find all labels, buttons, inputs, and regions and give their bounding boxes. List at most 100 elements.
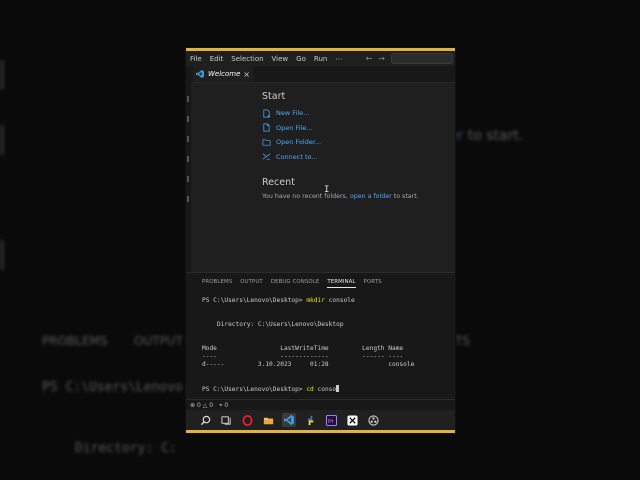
file-explorer-taskbar-button[interactable] <box>261 413 275 427</box>
bottom-panel: PROBLEMS OUTPUT DEBUG CONSOLE TERMINAL P… <box>186 272 455 405</box>
panel-tabs: PROBLEMS OUTPUT DEBUG CONSOLE TERMINAL P… <box>202 279 382 288</box>
ports-count: 0 <box>224 401 229 409</box>
connect-to-label: Connect to... <box>276 152 318 161</box>
tab-close-icon[interactable]: × <box>243 70 250 79</box>
capcut-taskbar-button[interactable] <box>345 413 359 427</box>
command-center-search[interactable] <box>391 53 453 64</box>
menu-bar: File Edit Selection View Go Run ⋯ ← → <box>186 51 455 66</box>
start-heading: Start <box>262 91 286 102</box>
ports-status[interactable]: ⌖ 0 <box>219 402 228 410</box>
search-icon <box>200 415 210 425</box>
terminal-table-row: d----- 3.10.2023 01:28 console <box>202 361 415 368</box>
activity-item[interactable] <box>187 196 189 202</box>
tab-welcome-label: Welcome <box>208 70 241 78</box>
bg-left-mark <box>0 240 4 270</box>
terminal-directory-line: Directory: C:\Users\Lenovo\Desktop <box>202 321 344 328</box>
bg-tab-problems: PROBLEMS <box>42 334 108 348</box>
tab-ports[interactable]: PORTS <box>364 279 382 288</box>
bottom-accent-strip <box>186 430 455 433</box>
open-folder-inline-link[interactable]: open a folder <box>350 193 392 200</box>
bg-tab-output: OUTPUT <box>134 334 183 348</box>
folder-icon <box>263 417 273 424</box>
windows-taskbar: Pr <box>186 410 455 430</box>
tab-welcome[interactable]: Welcome × <box>193 66 253 82</box>
editor-tab-bar: Welcome × <box>186 66 455 83</box>
terminal-command: cd <box>306 386 314 393</box>
forward-arrow-icon[interactable]: → <box>378 54 385 63</box>
menu-selection[interactable]: Selection <box>227 55 267 63</box>
bg-tab-ports: TS <box>455 334 470 348</box>
terminal-output[interactable]: PS C:\Users\Lenovo\Desktop> mkdir consol… <box>202 297 414 394</box>
premiere-taskbar-button[interactable]: Pr <box>324 413 338 427</box>
activity-item[interactable] <box>187 136 189 142</box>
error-count: 0 <box>196 402 201 409</box>
warning-icon: △ <box>202 402 208 409</box>
bg-left-mark <box>0 125 4 155</box>
menu-edit[interactable]: Edit <box>206 55 228 63</box>
menu-view[interactable]: View <box>268 55 293 63</box>
terminal-table-header: Mode LastWriteTime Length Name <box>202 345 404 352</box>
terminal-prompt: PS C:\Users\Lenovo\Desktop> <box>202 297 307 304</box>
menu-go[interactable]: Go <box>292 55 310 63</box>
terminal-table-divider: ---- ------------- ------ ---- <box>202 353 404 360</box>
recent-message: You have no recent folders, open a folde… <box>262 193 419 200</box>
back-arrow-icon[interactable]: ← <box>366 54 373 63</box>
warning-count: 0 <box>209 402 214 409</box>
recent-text-before: You have no recent folders, <box>262 193 348 200</box>
activity-item[interactable] <box>187 176 189 182</box>
opera-browser-icon <box>242 414 252 426</box>
bg-left-mark <box>0 60 4 90</box>
open-folder-icon <box>262 139 271 146</box>
capcut-icon <box>346 414 358 426</box>
recent-heading: Recent <box>262 177 295 188</box>
python-icon <box>307 415 313 425</box>
activity-item[interactable] <box>187 156 189 162</box>
bg-dir-line: Directory: C: <box>75 441 177 456</box>
open-folder-link[interactable]: Open Folder... <box>262 135 321 150</box>
open-file-link[interactable]: Open File... <box>262 121 321 136</box>
bg-ps-line: PS C:\Users\Lenovo <box>42 380 183 395</box>
connect-to-link[interactable]: Connect to... <box>262 150 321 165</box>
terminal-prompt: PS C:\Users\Lenovo\Desktop> <box>202 386 307 393</box>
python-taskbar-button[interactable] <box>303 413 317 427</box>
menu-run[interactable]: Run <box>310 55 331 63</box>
task-view-taskbar-button[interactable] <box>219 413 233 427</box>
open-folder-label: Open Folder... <box>276 138 322 147</box>
vscode-window: File Edit Selection View Go Run ⋯ ← → We… <box>186 48 455 433</box>
tab-terminal[interactable]: TERMINAL <box>327 279 356 288</box>
vscode-taskbar-button[interactable] <box>282 413 296 427</box>
new-file-link[interactable]: New File... <box>262 106 321 121</box>
open-file-label: Open File... <box>276 123 313 132</box>
tab-problems[interactable]: PROBLEMS <box>202 279 232 288</box>
search-taskbar-button[interactable] <box>198 413 212 427</box>
ports-icon: ⌖ <box>219 401 223 409</box>
terminal-cursor <box>336 385 340 392</box>
error-icon: ⊗ <box>190 402 196 409</box>
activity-item[interactable] <box>187 116 189 122</box>
menu-file[interactable]: File <box>186 55 206 63</box>
vscode-logo-icon <box>196 70 204 78</box>
menu-more[interactable]: ⋯ <box>331 55 346 63</box>
svg-text:Pr: Pr <box>328 418 334 424</box>
opera-taskbar-button[interactable] <box>240 413 254 427</box>
text-cursor-icon: I <box>324 185 330 195</box>
vscode-logo-icon <box>284 415 294 425</box>
activity-item[interactable] <box>187 96 189 102</box>
obs-taskbar-button[interactable] <box>366 413 380 427</box>
nav-controls: ← → <box>366 53 455 64</box>
recent-text-after: to start. <box>393 193 419 200</box>
new-file-icon <box>263 109 271 118</box>
task-view-icon <box>220 415 231 425</box>
start-list: New File... Open File... Open Folder... … <box>262 106 321 164</box>
tab-output[interactable]: OUTPUT <box>240 279 263 288</box>
open-file-icon <box>263 123 270 132</box>
tab-debug-console[interactable]: DEBUG CONSOLE <box>271 279 320 288</box>
obs-studio-icon <box>367 414 379 426</box>
terminal-argument: conso <box>313 386 337 393</box>
terminal-argument: console <box>324 297 355 304</box>
terminal-command: mkdir <box>306 297 325 304</box>
problems-status[interactable]: ⊗ 0 △ 0 <box>190 402 213 409</box>
premiere-pro-icon: Pr <box>325 414 337 426</box>
remote-connect-icon <box>262 153 271 160</box>
new-file-label: New File... <box>276 109 310 118</box>
